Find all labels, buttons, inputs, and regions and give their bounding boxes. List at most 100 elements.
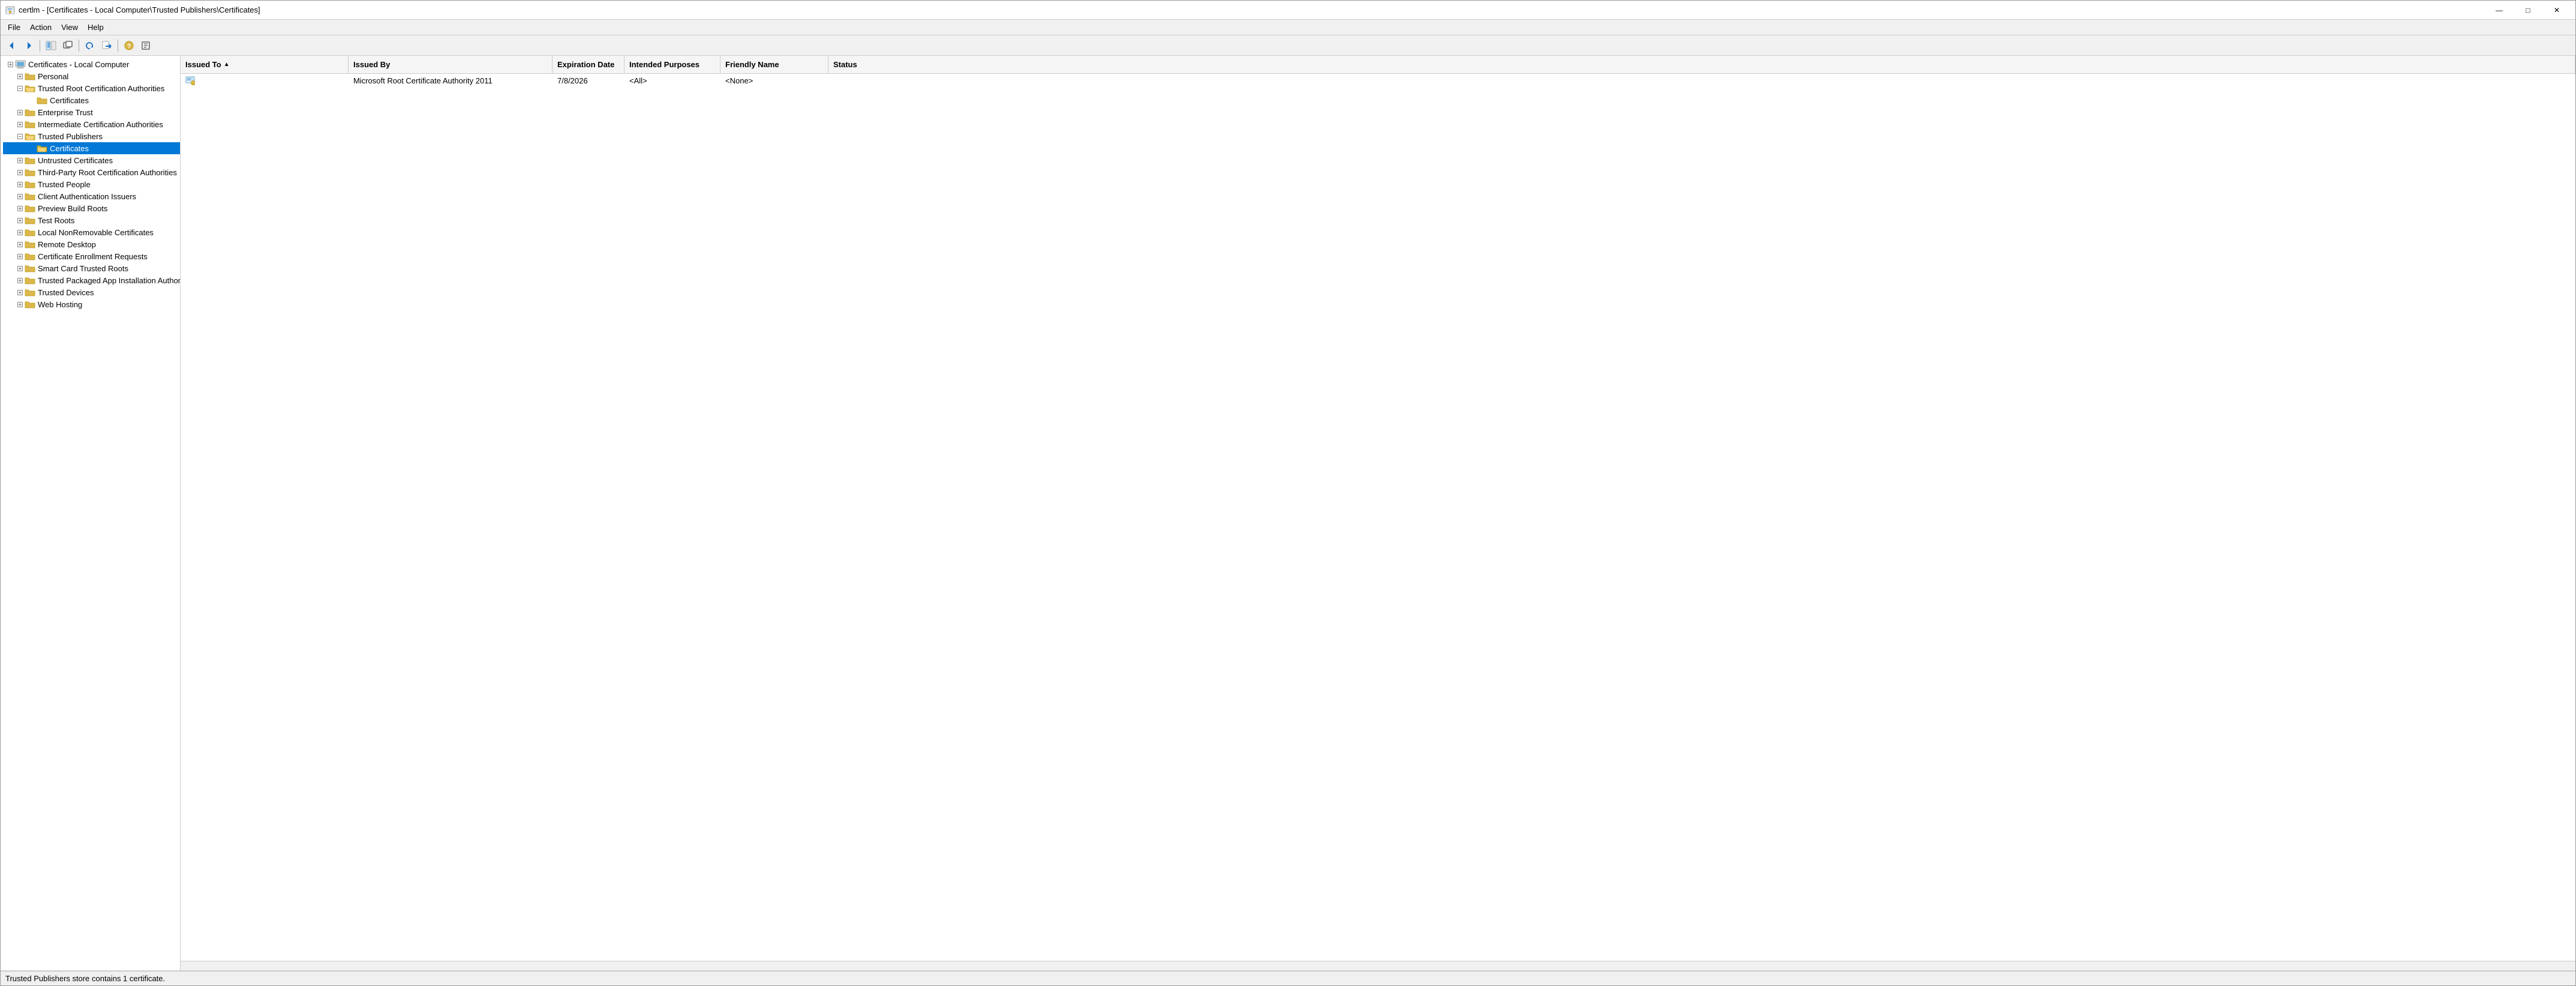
- sidebar-item-untrusted[interactable]: Untrusted Certificates: [3, 154, 180, 166]
- remote-desktop-expander[interactable]: [15, 239, 25, 249]
- horizontal-scrollbar[interactable]: [181, 961, 2575, 970]
- minimize-button[interactable]: —: [2485, 3, 2513, 17]
- smart-card-label: Smart Card Trusted Roots: [38, 264, 128, 273]
- menu-item-action[interactable]: Action: [25, 22, 56, 33]
- enterprise-trust-label: Enterprise Trust: [38, 108, 93, 117]
- header-exp-date[interactable]: Expiration Date: [553, 56, 625, 73]
- preview-build-label: Preview Build Roots: [38, 204, 107, 213]
- cell-status: [828, 79, 2575, 82]
- help-button[interactable]: ?: [121, 38, 137, 53]
- tree-root-node[interactable]: Certificates - Local Computer: [3, 58, 180, 70]
- sidebar-item-trusted-publishers[interactable]: Trusted Publishers: [3, 130, 180, 142]
- toolbar: ?: [1, 35, 2575, 56]
- test-roots-expander[interactable]: [15, 215, 25, 225]
- trusted-people-label: Trusted People: [38, 180, 91, 189]
- trusted-root-certs-expander[interactable]: [27, 95, 37, 105]
- sidebar-item-trusted-root-certs[interactable]: Certificates: [3, 94, 180, 106]
- trusted-publishers-certs-expander[interactable]: [27, 143, 37, 153]
- client-auth-folder-icon: [25, 191, 35, 201]
- root-expander: [5, 59, 15, 69]
- menu-item-help[interactable]: Help: [83, 22, 109, 33]
- web-hosting-expander[interactable]: [15, 299, 25, 309]
- window-controls: — □ ✕: [2485, 3, 2571, 17]
- sidebar-item-web-hosting[interactable]: Web Hosting: [3, 298, 180, 310]
- show-hide-button[interactable]: [43, 38, 59, 53]
- remote-desktop-folder-icon: [25, 239, 35, 249]
- cert-enrollment-expander[interactable]: [15, 251, 25, 261]
- sidebar-item-trusted-publishers-certs[interactable]: Certificates: [3, 142, 180, 154]
- sidebar-item-cert-enrollment[interactable]: Certificate Enrollment Requests: [3, 250, 180, 262]
- trusted-publishers-expander[interactable]: [15, 131, 25, 141]
- menu-item-view[interactable]: View: [56, 22, 83, 33]
- export-button[interactable]: [99, 38, 115, 53]
- untrusted-label: Untrusted Certificates: [38, 156, 113, 165]
- trusted-root-expander[interactable]: [15, 83, 25, 93]
- trusted-devices-expander[interactable]: [15, 287, 25, 297]
- personal-expander[interactable]: [15, 71, 25, 81]
- client-auth-expander[interactable]: [15, 191, 25, 201]
- trusted-people-folder-icon: [25, 179, 35, 189]
- preview-build-expander[interactable]: [15, 203, 25, 213]
- sidebar-item-preview-build[interactable]: Preview Build Roots: [3, 202, 180, 214]
- trusted-publishers-certs-folder-icon: [37, 143, 47, 153]
- refresh-button[interactable]: [82, 38, 98, 53]
- third-party-root-folder-icon: [25, 167, 35, 177]
- cell-int-purpose: <All>: [625, 75, 720, 86]
- svg-text:?: ?: [127, 43, 131, 50]
- trusted-packaged-label: Trusted Packaged App Installation Author…: [38, 276, 181, 285]
- enterprise-trust-expander[interactable]: [15, 107, 25, 117]
- smart-card-folder-icon: [25, 263, 35, 273]
- trusted-root-certs-folder-icon: [37, 95, 47, 105]
- menu-item-file[interactable]: File: [3, 22, 25, 33]
- title-bar: certlm - [Certificates - Local Computer\…: [1, 1, 2575, 20]
- new-window-button[interactable]: [60, 38, 76, 53]
- sidebar-item-trusted-root[interactable]: Trusted Root Certification Authorities: [3, 82, 180, 94]
- intermediate-label: Intermediate Certification Authorities: [38, 120, 163, 129]
- table-row[interactable]: Microsoft Root Certificate Authority 201…: [181, 74, 2575, 87]
- sidebar-item-local-nonremovable[interactable]: Local NonRemovable Certificates: [3, 226, 180, 238]
- client-auth-label: Client Authentication Issuers: [38, 192, 136, 201]
- sidebar-item-client-auth[interactable]: Client Authentication Issuers: [3, 190, 180, 202]
- forward-button[interactable]: [21, 38, 37, 53]
- intermediate-folder-icon: [25, 119, 35, 129]
- list-header: Issued To ▲ Issued By Expiration Date In…: [181, 56, 2575, 74]
- trusted-people-expander[interactable]: [15, 179, 25, 189]
- tree-panel: Certificates - Local Computer Personal T…: [1, 56, 181, 970]
- sidebar-item-remote-desktop[interactable]: Remote Desktop: [3, 238, 180, 250]
- header-friendly-name[interactable]: Friendly Name: [720, 56, 828, 73]
- sidebar-item-personal[interactable]: Personal: [3, 70, 180, 82]
- local-nonremovable-label: Local NonRemovable Certificates: [38, 228, 154, 237]
- preview-build-folder-icon: [25, 203, 35, 213]
- local-nonremovable-expander[interactable]: [15, 227, 25, 237]
- header-status[interactable]: Status: [828, 56, 2575, 73]
- sidebar-item-enterprise-trust[interactable]: Enterprise Trust: [3, 106, 180, 118]
- sidebar-item-third-party-root[interactable]: Third-Party Root Certification Authoriti…: [3, 166, 180, 178]
- header-issued-to[interactable]: Issued To ▲: [181, 56, 349, 73]
- main-area: Certificates - Local Computer Personal T…: [1, 56, 2575, 971]
- cert-enrollment-folder-icon: [25, 251, 35, 261]
- sidebar-item-trusted-packaged[interactable]: Trusted Packaged App Installation Author…: [3, 274, 180, 286]
- back-button[interactable]: [4, 38, 20, 53]
- sidebar-item-smart-card[interactable]: Smart Card Trusted Roots: [3, 262, 180, 274]
- trusted-root-folder-icon: [25, 83, 35, 93]
- untrusted-expander[interactable]: [15, 155, 25, 165]
- header-int-purpose[interactable]: Intended Purposes: [625, 56, 720, 73]
- close-button[interactable]: ✕: [2543, 3, 2571, 17]
- trusted-publishers-folder-icon: [25, 131, 35, 141]
- trusted-packaged-expander[interactable]: [15, 275, 25, 285]
- cert-row-icon: [185, 76, 195, 85]
- properties-button[interactable]: [138, 38, 154, 53]
- sidebar-item-test-roots[interactable]: Test Roots: [3, 214, 180, 226]
- third-party-root-expander[interactable]: [15, 167, 25, 177]
- maximize-button[interactable]: □: [2514, 3, 2542, 17]
- trusted-root-certs-label: Certificates: [50, 96, 89, 105]
- header-issued-by[interactable]: Issued By: [349, 56, 553, 73]
- smart-card-expander[interactable]: [15, 263, 25, 273]
- intermediate-expander[interactable]: [15, 119, 25, 129]
- cell-issued-to: [181, 74, 349, 86]
- sidebar-item-trusted-people[interactable]: Trusted People: [3, 178, 180, 190]
- sidebar-item-intermediate[interactable]: Intermediate Certification Authorities: [3, 118, 180, 130]
- test-roots-folder-icon: [25, 215, 35, 225]
- sidebar-item-trusted-devices[interactable]: Trusted Devices: [3, 286, 180, 298]
- sort-arrow-issued-to: ▲: [224, 61, 230, 68]
